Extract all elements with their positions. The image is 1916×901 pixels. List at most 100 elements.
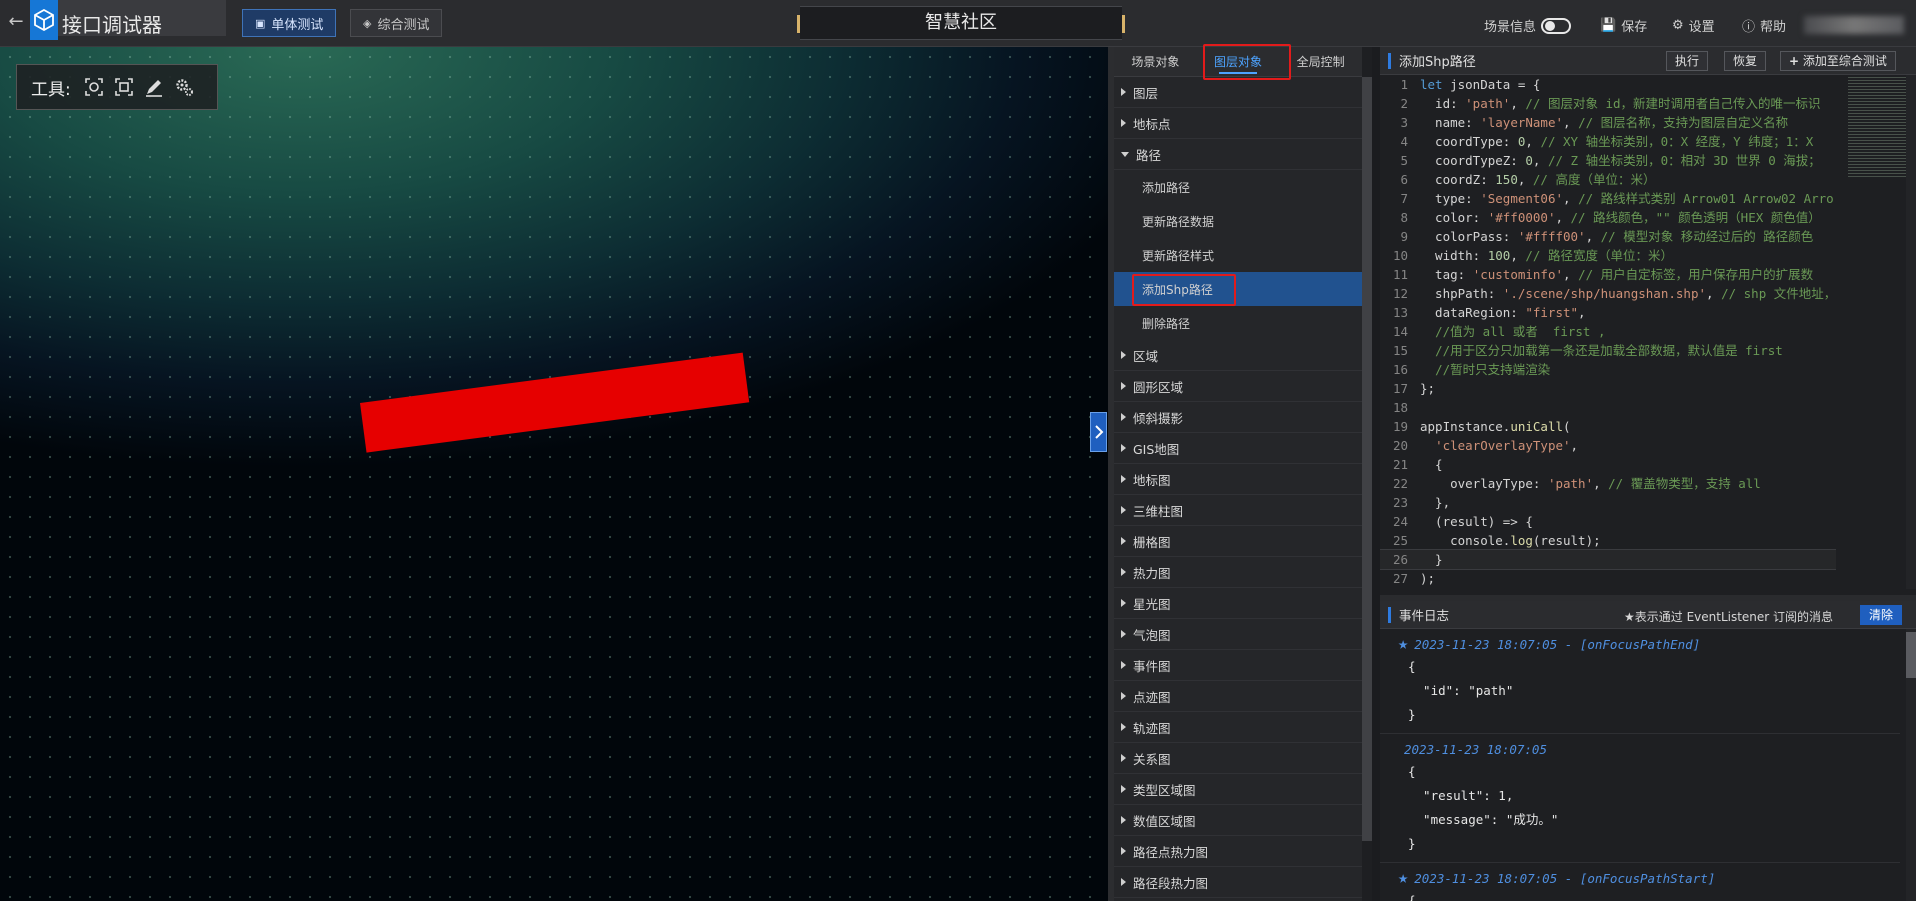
caret-right-icon — [1121, 785, 1126, 793]
unit-test-label: 单体测试 — [271, 17, 324, 33]
tree-group[interactable]: 三维柱图 — [1114, 495, 1362, 526]
tab-layer-objects[interactable]: 图层对象 — [1197, 47, 1280, 76]
tab-global-control[interactable]: 全局控制 — [1279, 47, 1362, 76]
tree-group[interactable]: 栅格图 — [1114, 526, 1362, 557]
code-editor[interactable]: 1 let jsonData = {2 id: 'path', // 图层对象 i… — [1380, 75, 1836, 589]
tree-group[interactable]: 数值区域图 — [1114, 805, 1362, 836]
log-entry: 2023-11-23 18:07:05 { "result": 1, "messa… — [1380, 734, 1900, 863]
user-avatar[interactable] — [1804, 16, 1904, 34]
caret-right-icon — [1121, 506, 1126, 514]
tree-group[interactable]: 类型区域图 — [1114, 774, 1362, 805]
gears-icon[interactable] — [173, 76, 195, 98]
line-number: 24 — [1392, 514, 1408, 529]
code-text: //值为 all 或者 first , — [1435, 324, 1606, 339]
log-time: 2023-11-23 18:07:05 - [onFocusPathStart] — [1414, 870, 1716, 886]
code-text: dataRegion: "first", — [1420, 305, 1586, 320]
code-line: 5 coordTypeZ: 0, // Z 轴坐标类别，0：相对 3D 世界 0… — [1380, 151, 1836, 170]
save-label: 保存 — [1621, 20, 1648, 35]
tree-group[interactable]: 事件图 — [1114, 650, 1362, 681]
tree-scrollbar[interactable] — [1362, 77, 1372, 841]
code-header: 添加Shp路径 执行 恢复 + 添加至综合测试 — [1380, 47, 1916, 75]
line-number: 18 — [1392, 400, 1408, 415]
red-path-overlay[interactable] — [360, 352, 750, 453]
code-line: 2 id: 'path', // 图层对象 id，新建时调用者自己传入的唯一标识 — [1380, 94, 1836, 113]
code-minimap[interactable] — [1848, 77, 1908, 177]
tree-group-label: 路径点热力图 — [1133, 844, 1209, 860]
log-scrollbar-thumb[interactable] — [1906, 632, 1916, 678]
tree-group[interactable]: 路径 — [1114, 139, 1362, 170]
app-title: 接口调试器 — [62, 13, 162, 37]
scene-viewport[interactable]: 工具: — [0, 47, 1108, 901]
tree-item[interactable]: 添加Shp路径 — [1114, 272, 1362, 306]
locate-icon[interactable] — [83, 76, 105, 98]
back-arrow-icon[interactable]: ← — [6, 12, 26, 32]
code-line: 22 overlayType: 'path', // 覆盖物类型，支持 all — [1380, 474, 1836, 493]
tree-item[interactable]: 更新路径样式 — [1114, 238, 1362, 272]
caret-right-icon — [1121, 382, 1126, 390]
tree-group[interactable]: 地标图 — [1114, 464, 1362, 495]
tree-group-label: 三维柱图 — [1133, 503, 1184, 519]
code-text: name: 'layerName', // 图层名称，支持为图层自定义名称 — [1420, 115, 1789, 130]
tree-group[interactable]: 热力图 — [1114, 557, 1362, 588]
save-icon: 💾 — [1600, 18, 1617, 33]
code-text: tag: 'custominfo', // 用户自定标签，用户保存用户的扩展数 — [1420, 267, 1814, 282]
tree-group-label: 事件图 — [1133, 658, 1171, 674]
panel-splitter-2[interactable] — [1372, 47, 1380, 901]
tree-group[interactable]: 区域 — [1114, 340, 1362, 371]
log-note: ★表示通过 EventListener 订阅的消息 — [1624, 610, 1834, 624]
caret-right-icon — [1121, 692, 1126, 700]
line-number: 6 — [1400, 172, 1408, 187]
tree-item[interactable]: 添加路径 — [1114, 170, 1362, 204]
help-button[interactable]: ⓘ 帮助 — [1742, 16, 1786, 35]
clear-log-button[interactable]: 清除 — [1859, 605, 1902, 625]
tree-group[interactable]: 图层 — [1114, 77, 1362, 108]
code-line: 1 let jsonData = { — [1380, 75, 1836, 94]
tree-group[interactable]: 地标点 — [1114, 108, 1362, 139]
line-number: 21 — [1392, 457, 1408, 472]
save-button[interactable]: 💾 保存 — [1600, 16, 1647, 35]
tree-group[interactable]: 关系图 — [1114, 743, 1362, 774]
help-icon: ⓘ — [1742, 20, 1756, 35]
code-line: 11 tag: 'custominfo', // 用户自定标签，用户保存用户的扩… — [1380, 265, 1836, 284]
integrated-test-button[interactable]: ◈ 综合测试 — [350, 9, 443, 37]
code-line: 10 width: 100, // 路径宽度（单位：米） — [1380, 246, 1836, 265]
tree-group[interactable]: GIS地图 — [1114, 433, 1362, 464]
code-line: 7 type: 'Segment06', // 路线样式类别 Arrow01 A… — [1380, 189, 1836, 208]
header-accent — [1388, 606, 1391, 623]
tree-group[interactable]: 气泡图 — [1114, 619, 1362, 650]
code-line: 14 //值为 all 或者 first , — [1380, 322, 1836, 341]
settings-button[interactable]: ⚙ 设置 — [1672, 16, 1715, 35]
code-text: //暂时只支持端渲染 — [1435, 362, 1551, 377]
code-text: coordTypeZ: 0, // Z 轴坐标类别，0：相对 3D 世界 0 海… — [1420, 153, 1821, 168]
tree-group[interactable]: 点迹图 — [1114, 681, 1362, 712]
frame-select-icon[interactable] — [113, 76, 135, 98]
unit-test-button[interactable]: ▣ 单体测试 — [242, 9, 337, 37]
tree-group[interactable]: 倾斜摄影 — [1114, 402, 1362, 433]
tab-scene-objects[interactable]: 场景对象 — [1114, 47, 1197, 76]
caret-right-icon — [1121, 444, 1126, 452]
log-line: } — [1408, 836, 1416, 851]
code-scrollbar[interactable] — [1906, 75, 1916, 589]
tree-group[interactable]: 路径点热力图 — [1114, 836, 1362, 867]
pen-icon[interactable] — [143, 76, 165, 98]
code-text: (result) => { — [1420, 514, 1533, 529]
execute-button[interactable]: 执行 — [1666, 51, 1709, 71]
code-line: 20 'clearOverlayType', — [1380, 436, 1836, 455]
scene-info-toggle[interactable]: 场景信息 — [1484, 16, 1572, 35]
tree-group[interactable]: 路径段热力图 — [1114, 867, 1362, 898]
restore-button[interactable]: 恢复 — [1724, 51, 1767, 71]
star-icon: ★ — [1398, 634, 1409, 654]
toggle-switch[interactable] — [1541, 17, 1572, 34]
log-entry-header: ★ 2023-11-23 18:07:05 - [onFocusPathEnd] — [1380, 633, 1900, 655]
tree-group[interactable]: 轨迹图 — [1114, 712, 1362, 743]
tree-item[interactable]: 更新路径数据 — [1114, 204, 1362, 238]
collapse-panel-button[interactable] — [1090, 412, 1107, 452]
log-entry-header: 2023-11-23 18:07:05 — [1380, 738, 1900, 760]
tree-item[interactable]: 删除路径 — [1114, 306, 1362, 340]
tree-group[interactable]: 星光图 — [1114, 588, 1362, 619]
plus-icon: + — [1789, 54, 1800, 68]
tree-group[interactable]: 圆形区域 — [1114, 371, 1362, 402]
add-to-integrated-button[interactable]: + 添加至综合测试 — [1780, 51, 1896, 71]
code-line: 19 appInstance.uniCall( — [1380, 417, 1836, 436]
